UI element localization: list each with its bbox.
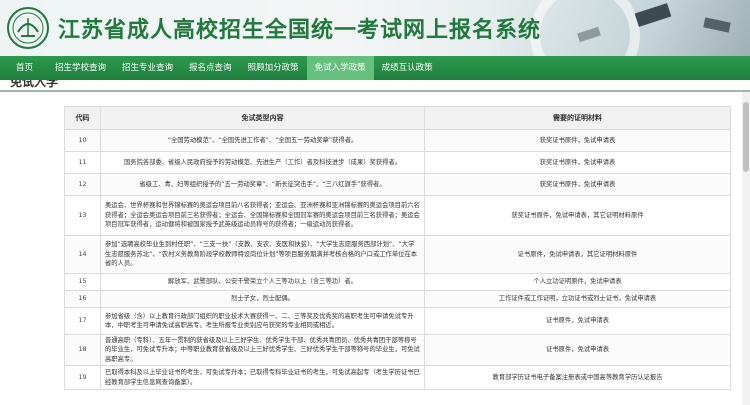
main-nav: 首页 招生学校查询 招生专业查询 报名点查询 照顾加分政策 免试入学政策 成绩互…	[0, 56, 750, 80]
table-row: 19 已取得本科及以上毕业证书的考生，可免试专升本；已取得专科毕业证书的考生，可免…	[64, 365, 731, 391]
cell-required-proof: 证书原件，免试申请表，其它证明材料原件	[424, 235, 731, 274]
table-row: 11 国务院各部委、省级人民政府授予的劳动模范、先进生产（工作）者及科技进步（成果…	[64, 151, 731, 174]
section-divider	[0, 90, 750, 92]
cell-required-proof: 教育部学历证书电子备案注册表或中国高等教育学历认证报告	[424, 365, 731, 391]
column-header-code: 代码	[64, 106, 101, 130]
section-title: 免试入学	[10, 80, 59, 89]
table-row: 14 参加“选聘高校毕业生到村任职”、“三支一扶”（支教、支农、支医和扶贫）、“大…	[64, 235, 731, 274]
graduation-cap-icon	[634, 3, 672, 27]
cell-required-proof: 证书原件，免试申请表	[424, 307, 731, 335]
table-row: 16 烈士子女，烈士配偶。 工作证件或工作证明，立功证书或烈士证书，免试申请表	[64, 290, 731, 308]
cell-exemption-type: 已取得本科及以上毕业证书的考生，可免试专升本；已取得专科毕业证书的考生，可免试高…	[100, 365, 425, 391]
nav-item-bonus-policy[interactable]: 照顾加分政策	[240, 56, 307, 80]
exemption-table-wrapper: 代码 免试类型内容 需要的证明材料 10 “全国劳动模范”、“全国先进工作者”、“…	[64, 106, 731, 391]
cell-exemption-type: 烈士子女，烈士配偶。	[100, 290, 425, 308]
cell-exemption-type: 国务院各部委、省级人民政府授予的劳动模范、先进生产（工作）者及科技进步（成果）奖…	[100, 151, 425, 174]
cell-code: 12	[64, 173, 101, 196]
cell-required-proof: 个人立功证明原件，免试申请表	[424, 273, 731, 291]
cell-required-proof: 获奖证书原件，免试申请表，其它证明材料原件	[424, 195, 731, 236]
cell-exemption-type: 解放军、武警部队、公安干警荣立个人三等功以上（含三等功）者。	[100, 273, 425, 291]
header-banner: 江苏省成人高校招生全国统一考试网上报名系统	[0, 0, 750, 56]
cell-exemption-type: 参加省级（含）以上教育行政部门组织的职业技术大赛获得一、二、三等奖及优秀奖的高职…	[100, 307, 425, 335]
table-row: 18 普通高职（专科）、五年一贯制的获省级及以上三好学生、优秀学生干部、优秀共青团…	[64, 333, 731, 367]
table-row: 12 省级工、青、妇等组织授予的“五一劳动奖章”、“新长征突击手”、“三八红旗手”…	[64, 173, 731, 196]
cell-code: 16	[64, 290, 101, 308]
cell-code: 19	[64, 365, 101, 391]
page-scrollbar[interactable]	[742, 92, 750, 405]
table-body: 10 “全国劳动模范”、“全国先进工作者”、“全国五一劳动奖章”获得者。 获奖证书原…	[64, 129, 731, 391]
cell-required-proof: 工作证件或工作证明，立功证书或烈士证书，免试申请表	[424, 290, 731, 308]
cell-code: 13	[64, 195, 101, 236]
column-header-proof: 需要的证明材料	[424, 106, 731, 130]
cell-code: 10	[64, 129, 101, 152]
cell-required-proof: 获奖证书原件，免试申请表	[424, 129, 731, 152]
cell-exemption-type: 参加“选聘高校毕业生到村任职”、“三支一扶”（支教、支农、支医和扶贫）、“大学生…	[100, 235, 425, 274]
cell-exemption-type: 奥运会、世界杯赛和世界锦标赛的奥运会项目前八名获得者；亚运会、亚洲杯赛和亚洲锦标…	[100, 195, 425, 236]
nav-item-exemption-policy[interactable]: 免试入学政策	[306, 56, 374, 80]
table-row: 15 解放军、武警部队、公安干警荣立个人三等功以上（含三等功）者。 个人立功证明原件…	[64, 273, 731, 291]
cell-code: 17	[64, 307, 101, 335]
nav-item-major-query[interactable]: 招生专业查询	[114, 56, 181, 80]
section-heading: 免试入学	[0, 80, 750, 92]
cell-exemption-type: “全国劳动模范”、“全国先进工作者”、“全国五一劳动奖章”获得者。	[100, 129, 425, 152]
cell-code: 14	[64, 235, 101, 274]
cell-exemption-type: 省级工、青、妇等组织授予的“五一劳动奖章”、“新长征突击手”、“三八红旗手”获得…	[100, 173, 425, 196]
cell-exemption-type: 普通高职（专科）、五年一贯制的获省级及以上三好学生、优秀学生干部、优秀共青团员、…	[100, 333, 425, 367]
nav-item-score-recognition-policy[interactable]: 成绩互认政策	[374, 56, 441, 80]
cell-required-proof: 获奖证书原件，免试申请表	[424, 173, 731, 196]
table-row: 13 奥运会、世界杯赛和世界锦标赛的奥运会项目前八名获得者；亚运会、亚洲杯赛和亚洲…	[64, 195, 731, 236]
column-header-type: 免试类型内容	[100, 106, 425, 130]
table-header-row: 代码 免试类型内容 需要的证明材料	[64, 106, 731, 130]
graduation-cap-icon	[703, 17, 731, 33]
cell-code: 18	[64, 333, 101, 367]
table-row: 10 “全国劳动模范”、“全国先进工作者”、“全国五一劳动奖章”获得者。 获奖证书原…	[64, 129, 731, 152]
nav-item-school-query[interactable]: 招生学校查询	[47, 56, 114, 80]
nav-item-home[interactable]: 首页	[0, 56, 47, 80]
scrollbar-thumb[interactable]	[743, 102, 749, 172]
exemption-table: 代码 免试类型内容 需要的证明材料 10 “全国劳动模范”、“全国先进工作者”、“…	[64, 106, 731, 391]
table-row: 17 参加省级（含）以上教育行政部门组织的职业技术大赛获得一、二、三等奖及优秀奖的…	[64, 307, 731, 335]
nav-item-registration-point-query[interactable]: 报名点查询	[181, 56, 240, 80]
cell-required-proof: 证书原件，免试申请表	[424, 333, 731, 367]
cell-code: 11	[64, 151, 101, 174]
cell-code: 15	[64, 273, 101, 291]
cell-required-proof: 获奖证书原件，免试申请表	[424, 151, 731, 174]
site-logo-icon	[7, 7, 49, 49]
site-title: 江苏省成人高校招生全国统一考试网上报名系统	[58, 17, 542, 43]
